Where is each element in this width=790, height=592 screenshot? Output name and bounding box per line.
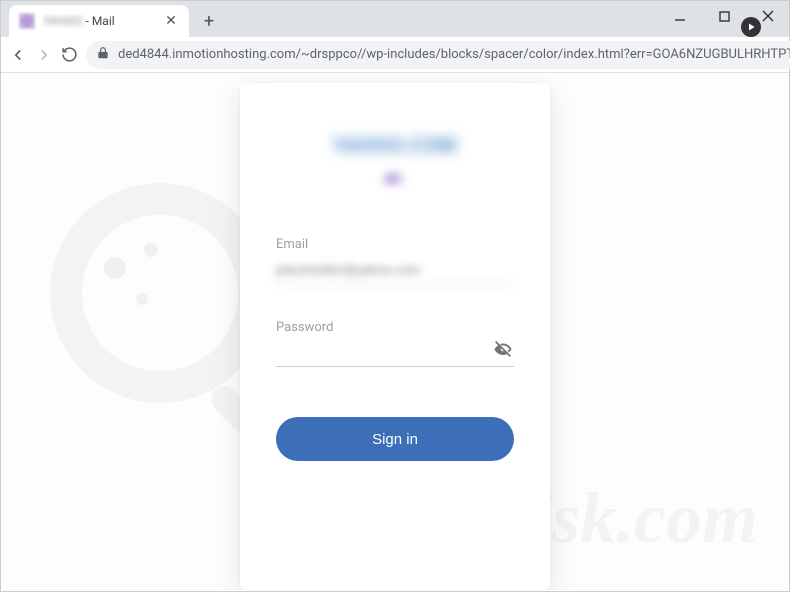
reload-button[interactable] — [61, 42, 78, 68]
password-input[interactable] — [276, 341, 514, 367]
lock-icon — [96, 45, 110, 64]
browser-tab[interactable]: YAHOO - Mail ✕ — [9, 5, 189, 37]
login-card: YAHOO.COM ah- Email Password Sign in — [240, 83, 550, 590]
titlebar: YAHOO - Mail ✕ + — [1, 1, 789, 37]
maximize-button[interactable] — [709, 3, 739, 29]
new-tab-button[interactable]: + — [195, 7, 223, 35]
tab-title: YAHOO - Mail — [43, 14, 155, 28]
email-input[interactable] — [276, 258, 514, 284]
email-label: Email — [276, 237, 514, 252]
address-bar: ded4844.inmotionhosting.com/~drsppco//wp… — [1, 37, 789, 73]
password-label: Password — [276, 320, 514, 335]
forward-button — [35, 42, 53, 68]
brand-subtitle: ah- — [385, 171, 406, 187]
brand-title: YAHOO.COM — [333, 133, 457, 157]
sign-in-button[interactable]: Sign in — [276, 417, 514, 461]
brand-area: YAHOO.COM ah- — [276, 133, 514, 187]
url-text: ded4844.inmotionhosting.com/~drsppco//wp… — [118, 47, 790, 62]
favicon-icon — [19, 13, 35, 29]
back-button[interactable] — [9, 42, 27, 68]
window-controls — [665, 3, 783, 29]
browser-window: YAHOO - Mail ✕ + ded4844.inmotionhosting… — [0, 0, 790, 592]
minimize-button[interactable] — [665, 3, 695, 29]
url-input[interactable]: ded4844.inmotionhosting.com/~drsppco//wp… — [86, 41, 790, 69]
close-window-button[interactable] — [753, 3, 783, 29]
password-field-group: Password — [276, 320, 514, 367]
close-tab-icon[interactable]: ✕ — [163, 13, 179, 29]
visibility-off-icon[interactable] — [492, 338, 514, 364]
page-viewport: risk.com YAHOO.COM ah- Email Password Si… — [2, 73, 788, 590]
email-field-group: Email — [276, 237, 514, 284]
